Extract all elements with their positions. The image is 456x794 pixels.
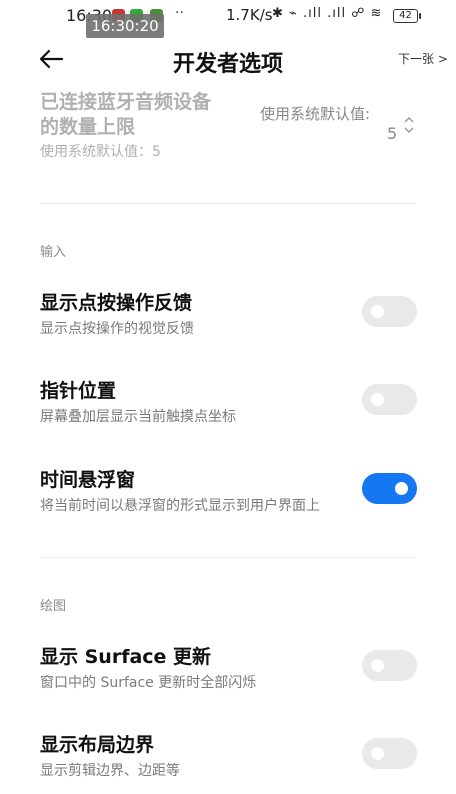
setting-layout-bounds[interactable]: 显示布局边界 显示剪辑边界、边距等: [0, 722, 456, 784]
setting-subtitle: 显示点按操作的视觉反馈: [40, 321, 194, 337]
section-drawing: 绘图: [40, 599, 67, 614]
layout-bounds-toggle[interactable]: [362, 738, 417, 769]
surface-updates-toggle[interactable]: [362, 650, 417, 681]
setting-title: 显示布局边界: [40, 734, 155, 756]
setting-show-taps[interactable]: 显示点按操作反馈 显示点按操作的视觉反馈: [0, 280, 456, 342]
setting-title: 指针位置: [40, 380, 117, 402]
setting-title: 显示点按操作反馈: [40, 292, 193, 314]
setting-subtitle: 将当前时间以悬浮窗的形式显示到用户界面上: [40, 498, 320, 514]
divider: [40, 203, 416, 204]
bluetooth-max-value[interactable]: 5: [387, 124, 397, 143]
setting-title: 时间悬浮窗: [40, 469, 136, 491]
show-taps-toggle[interactable]: [362, 296, 417, 327]
floating-clock: 16:30:20: [86, 14, 164, 38]
setting-title: 显示 Surface 更新: [40, 646, 212, 668]
setting-pointer-location[interactable]: 指针位置 屏幕叠加层显示当前触摸点坐标: [0, 368, 456, 430]
more-notifications-icon: ··: [175, 5, 184, 21]
setting-floating-clock[interactable]: 时间悬浮窗 将当前时间以悬浮窗的形式显示到用户界面上: [0, 457, 456, 519]
floating-clock-toggle[interactable]: [362, 473, 417, 504]
setting-subtitle: 窗口中的 Surface 更新时全部闪烁: [40, 675, 257, 691]
status-bar: 16:30 ·· 1.7K/s ✱ ⌁ .ıll .ıll ☍ ≋ 42: [0, 0, 456, 34]
bluetooth-max-title-line2: 的数量上限: [40, 116, 136, 138]
battery-icon: 42: [393, 9, 421, 23]
setting-subtitle: 显示剪辑边界、边距等: [40, 763, 180, 779]
network-speed: 1.7K/s: [226, 6, 273, 24]
next-button[interactable]: 下一张 >: [398, 50, 448, 67]
setting-surface-updates[interactable]: 显示 Surface 更新 窗口中的 Surface 更新时全部闪烁: [0, 634, 456, 696]
section-input: 输入: [40, 245, 67, 260]
page-title: 开发者选项: [172, 52, 283, 77]
setting-subtitle: 屏幕叠加层显示当前触摸点坐标: [40, 409, 236, 425]
pointer-location-toggle[interactable]: [362, 384, 417, 415]
bluetooth-max-subtitle: 使用系统默认值：5: [40, 144, 161, 160]
status-icons: ✱ ⌁ .ıll .ıll ☍ ≋: [272, 6, 383, 21]
spinner-arrows-icon[interactable]: [403, 115, 415, 139]
bluetooth-max-title-line1: 已连接蓝牙音频设备: [40, 91, 212, 113]
divider: [40, 557, 416, 558]
bluetooth-max-value-label[interactable]: 使用系统默认值:: [260, 103, 370, 124]
